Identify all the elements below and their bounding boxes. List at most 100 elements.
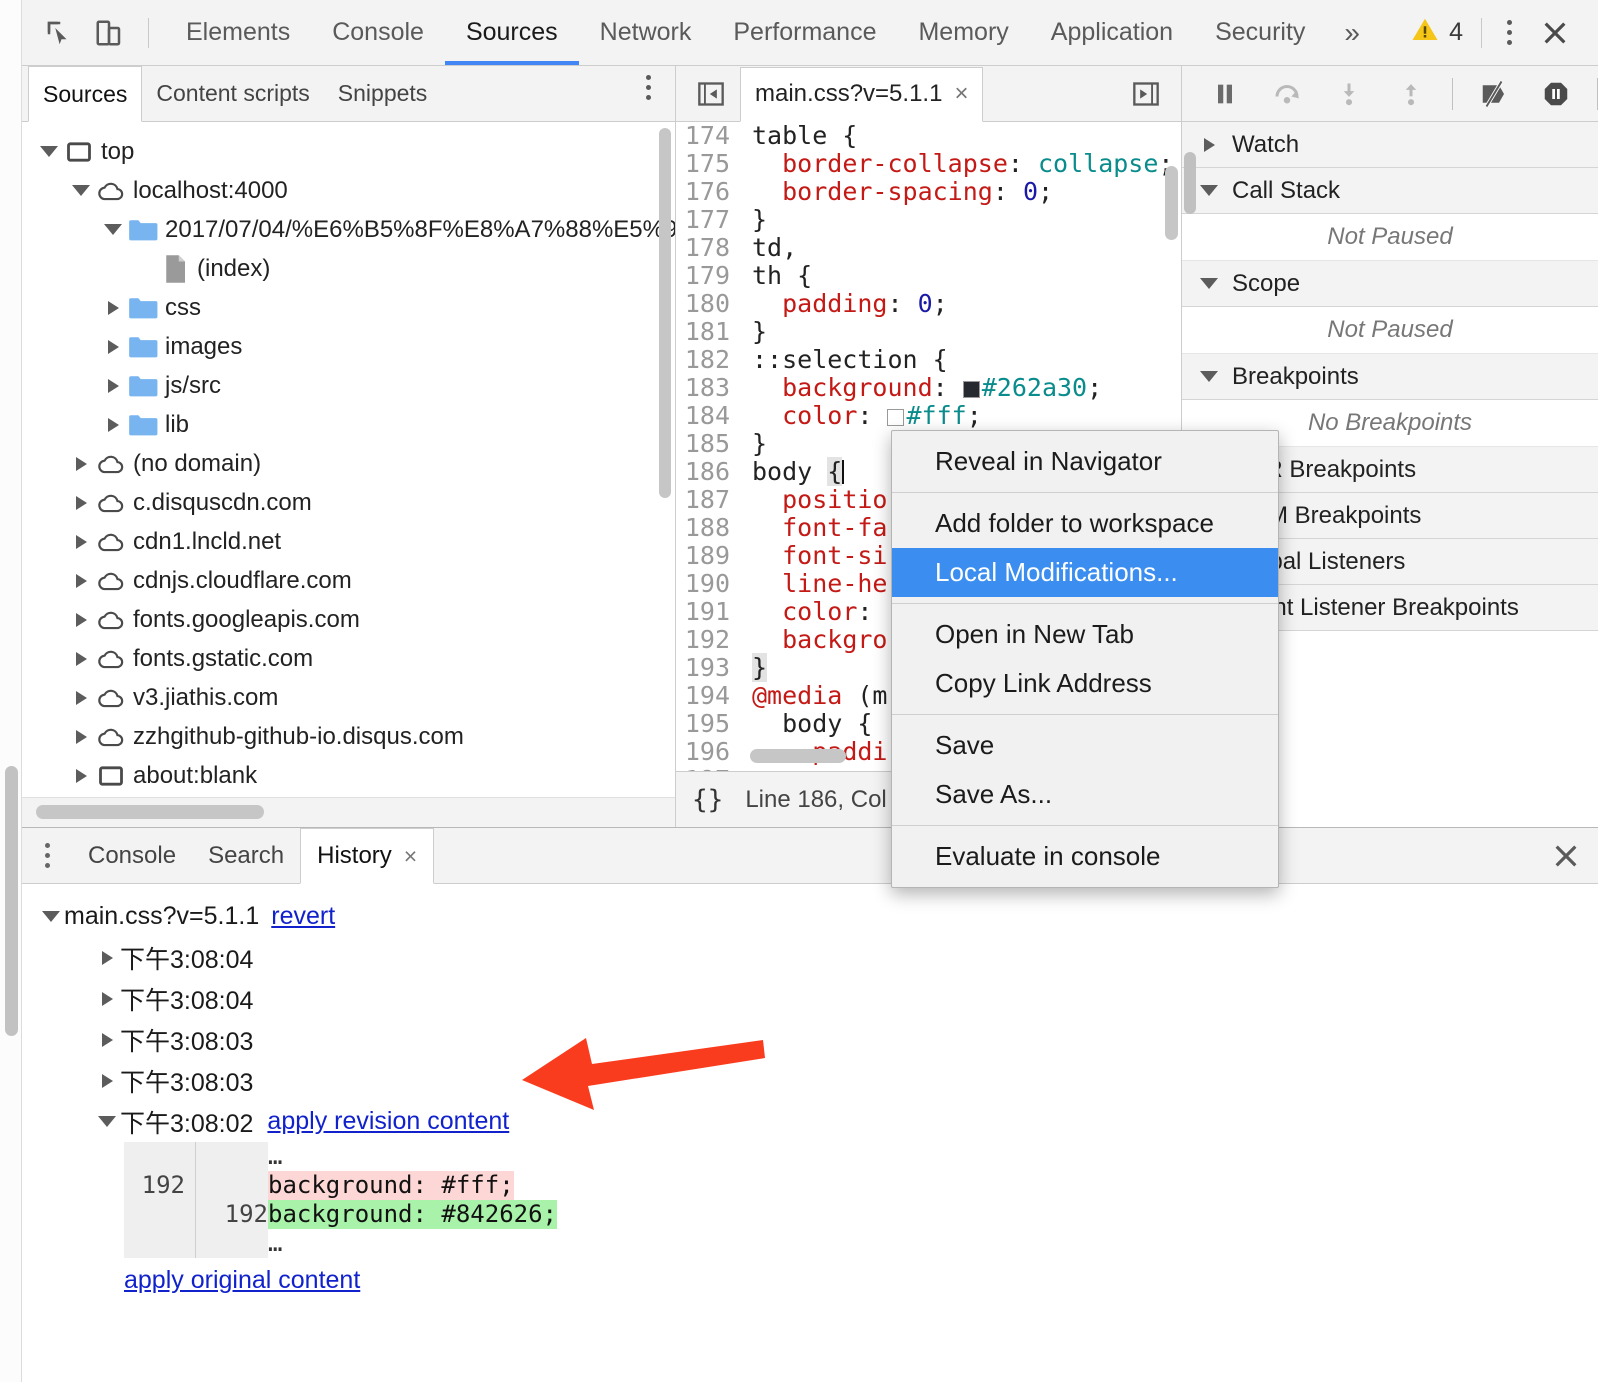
section-watch[interactable]: Watch (1182, 122, 1598, 168)
navigator-scrollbar[interactable] (659, 128, 671, 498)
history-entry[interactable]: 下午3:08:04 (38, 978, 1598, 1019)
history-entry[interactable]: 下午3:08:02 apply revision content (38, 1101, 1598, 1142)
collapse-arrow-icon[interactable] (94, 1116, 120, 1127)
tree-item[interactable]: localhost:4000 (22, 171, 675, 210)
kebab-menu-icon[interactable] (1490, 12, 1528, 54)
line-number[interactable]: 195 (676, 710, 740, 738)
history-file-row[interactable]: main.css?v=5.1.1 revert (38, 896, 1598, 937)
navigator-tab-snippets[interactable]: Snippets (324, 66, 442, 121)
line-number[interactable]: 181 (676, 318, 740, 346)
warning-indicator[interactable]: 4 (1410, 15, 1473, 50)
section-call-stack[interactable]: Call Stack (1182, 168, 1598, 214)
editor-file-tab[interactable]: main.css?v=5.1.1 × (740, 66, 984, 122)
drawer-close-icon[interactable] (1534, 828, 1598, 883)
browser-scrollbar-track[interactable] (0, 0, 22, 1382)
tab-network[interactable]: Network (579, 0, 713, 65)
tree-item[interactable]: about:blank (22, 756, 675, 795)
tab-sources[interactable]: Sources (444, 0, 579, 65)
tab-console[interactable]: Console (311, 0, 445, 65)
line-number[interactable]: 191 (676, 598, 740, 626)
tree-item[interactable]: cdn1.lncld.net (22, 522, 675, 561)
line-number[interactable]: 176 (676, 178, 740, 206)
menu-item-open-in-new-tab[interactable]: Open in New Tab (892, 610, 1278, 659)
line-number[interactable]: 189 (676, 542, 740, 570)
tree-item[interactable]: images (22, 327, 675, 366)
line-number[interactable]: 190 (676, 570, 740, 598)
revert-link[interactable]: revert (271, 902, 335, 931)
more-panels-icon[interactable]: » (1326, 0, 1378, 65)
drawer-more-icon[interactable] (22, 828, 72, 883)
expand-arrow-icon[interactable] (68, 690, 94, 705)
collapse-arrow-icon[interactable] (1196, 278, 1222, 289)
step-over-icon[interactable] (1266, 73, 1308, 115)
tree-item[interactable]: css (22, 288, 675, 327)
pretty-print-icon[interactable]: {} (692, 785, 723, 815)
history-entry[interactable]: 下午3:08:03 (38, 1060, 1598, 1101)
expand-arrow-icon[interactable] (68, 612, 94, 627)
menu-item-evaluate-in-console[interactable]: Evaluate in console (892, 832, 1278, 881)
menu-item-copy-link-address[interactable]: Copy Link Address (892, 659, 1278, 708)
line-number[interactable]: 194 (676, 682, 740, 710)
tree-item[interactable]: fonts.googleapis.com (22, 600, 675, 639)
collapse-arrow-icon[interactable] (1196, 185, 1222, 196)
apply-original-content-link[interactable]: apply original content (124, 1266, 360, 1294)
menu-item-reveal-in-navigator[interactable]: Reveal in Navigator (892, 437, 1278, 486)
expand-arrow-icon[interactable] (100, 339, 126, 354)
expand-arrow-icon[interactable] (68, 534, 94, 549)
navigator-more-icon[interactable] (629, 66, 667, 108)
tree-item[interactable]: zzhgithub-github-io.disqus.com (22, 717, 675, 756)
step-into-icon[interactable] (1328, 73, 1370, 115)
drawer-tab-search[interactable]: Search (192, 828, 300, 883)
color-swatch[interactable] (962, 381, 980, 398)
tree-item[interactable]: cdnjs.cloudflare.com (22, 561, 675, 600)
line-number[interactable]: 180 (676, 290, 740, 318)
show-debugger-icon[interactable] (1125, 74, 1167, 114)
expand-arrow-icon[interactable] (68, 768, 94, 783)
line-number[interactable]: 182 (676, 346, 740, 374)
collapse-arrow-icon[interactable] (100, 224, 126, 235)
line-number[interactable]: 177 (676, 206, 740, 234)
section-scope[interactable]: Scope (1182, 261, 1598, 307)
expand-arrow-icon[interactable] (100, 378, 126, 393)
tree-item[interactable]: v3.jiathis.com (22, 678, 675, 717)
menu-item-local-modifications[interactable]: Local Modifications... (892, 548, 1278, 597)
close-icon[interactable]: × (404, 843, 417, 870)
tree-item[interactable]: js/src (22, 366, 675, 405)
expand-arrow-icon[interactable] (68, 573, 94, 588)
pause-icon[interactable] (1204, 73, 1246, 115)
color-swatch[interactable] (887, 409, 905, 426)
browser-scrollbar-thumb[interactable] (5, 766, 18, 1036)
expand-arrow-icon[interactable] (1196, 137, 1222, 152)
history-entry[interactable]: 下午3:08:04 (38, 937, 1598, 978)
expand-arrow-icon[interactable] (68, 456, 94, 471)
tab-memory[interactable]: Memory (897, 0, 1029, 65)
tab-performance[interactable]: Performance (712, 0, 897, 65)
menu-item-save[interactable]: Save (892, 721, 1278, 770)
line-number[interactable]: 193 (676, 654, 740, 682)
pause-on-exceptions-icon[interactable] (1535, 73, 1577, 115)
tab-elements[interactable]: Elements (165, 0, 311, 65)
tree-item[interactable]: (index) (22, 249, 675, 288)
drawer-tab-history[interactable]: History × (300, 828, 435, 884)
editor-scrollbar[interactable] (1165, 166, 1178, 240)
editor-hscrollbar[interactable] (750, 749, 846, 763)
line-number[interactable]: 187 (676, 486, 740, 514)
tree-item[interactable]: 2017/07/04/%E6%B5%8F%E8%A7%88%E5%99 (22, 210, 675, 249)
line-number[interactable]: 197 (676, 766, 740, 771)
line-number[interactable]: 196 (676, 738, 740, 766)
collapse-arrow-icon[interactable] (68, 185, 94, 196)
expand-arrow-icon[interactable] (94, 991, 120, 1006)
tab-security[interactable]: Security (1194, 0, 1326, 65)
expand-arrow-icon[interactable] (100, 417, 126, 432)
expand-arrow-icon[interactable] (94, 1073, 120, 1088)
show-navigator-icon[interactable] (690, 74, 732, 114)
navigator-hscrollbar[interactable] (36, 805, 264, 819)
line-number[interactable]: 192 (676, 626, 740, 654)
tree-item[interactable]: fonts.gstatic.com (22, 639, 675, 678)
inspect-element-icon[interactable] (42, 16, 76, 50)
expand-arrow-icon[interactable] (94, 1032, 120, 1047)
line-number[interactable]: 185 (676, 430, 740, 458)
history-entry[interactable]: 下午3:08:03 (38, 1019, 1598, 1060)
debugger-scrollbar[interactable] (1184, 152, 1196, 214)
tree-item[interactable]: lib (22, 405, 675, 444)
